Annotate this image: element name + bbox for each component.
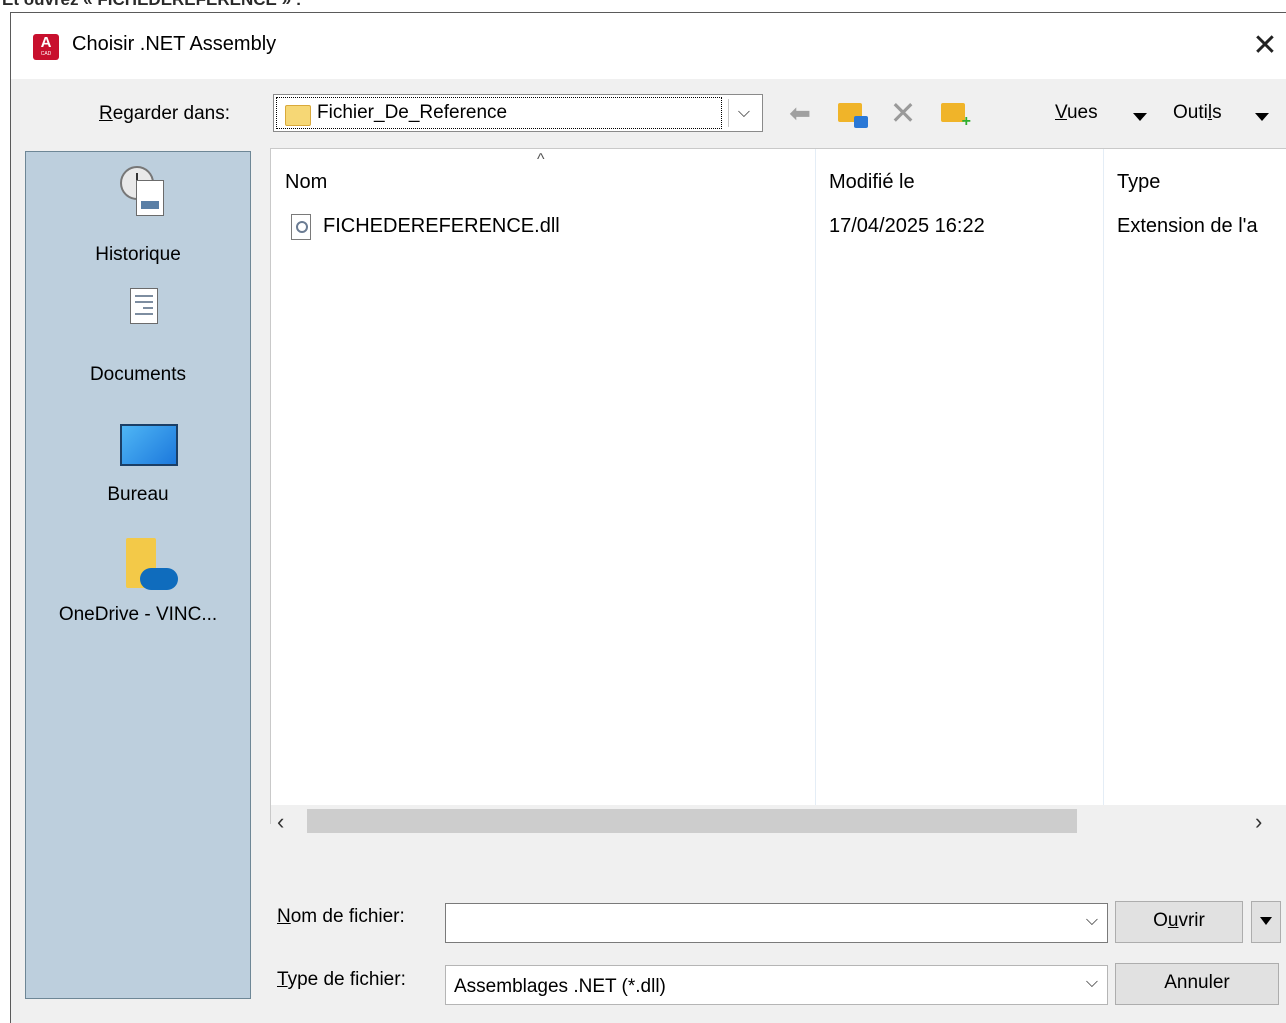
delete-x-icon: ✕ [889, 95, 917, 131]
open-file-dialog: A CAD Choisir .NET Assembly ✕ Regarder da… [10, 12, 1286, 1023]
place-documents[interactable]: Documents [26, 288, 250, 398]
desktop-icon [120, 424, 178, 466]
title-bar: A CAD Choisir .NET Assembly ✕ [11, 13, 1286, 79]
dialog-title: Choisir .NET Assembly [72, 33, 277, 55]
new-folder-icon: + [941, 103, 971, 130]
tools-menu[interactable]: Outils [1173, 102, 1222, 124]
file-row[interactable]: FICHEDEREFERENCE.dll 17/04/2025 16:22 Ex… [291, 211, 1281, 243]
look-in-focus-rect: Fichier_De_Reference [276, 97, 722, 129]
history-icon [120, 166, 164, 216]
file-name: FICHEDEREFERENCE.dll [323, 215, 560, 237]
place-desktop[interactable]: Bureau [26, 424, 250, 534]
column-header-name[interactable]: Nom [285, 171, 327, 194]
up-folder-button[interactable] [834, 97, 868, 129]
close-button[interactable]: ✕ [1243, 27, 1286, 67]
file-name-input-box[interactable]: ⌵ [445, 903, 1108, 943]
views-menu[interactable]: Vues [1055, 102, 1098, 124]
cancel-button[interactable]: Annuler [1115, 963, 1279, 1005]
file-type-select[interactable]: Assemblages .NET (*.dll) ⌵ [445, 965, 1108, 1005]
scroll-thumb[interactable] [307, 809, 1077, 833]
places-bar: Historique Documents Bureau OneDrive - V… [25, 151, 251, 999]
place-label: Documents [89, 364, 187, 385]
chevron-down-icon[interactable]: ⌵ [1081, 974, 1103, 992]
column-separator[interactable] [815, 149, 816, 817]
page-caption: Et ouvrez « FICHEDEREFERENCE » : [2, 0, 301, 10]
place-history[interactable]: Historique [26, 166, 250, 276]
new-folder-button[interactable]: + [937, 97, 971, 130]
back-button[interactable]: ⬅ [783, 97, 817, 129]
folder-up-icon [838, 103, 868, 128]
file-type: Extension de l'a [1117, 215, 1258, 237]
app-logo-icon: A CAD [33, 34, 59, 60]
dll-file-icon [291, 214, 311, 240]
arrow-left-icon: ⬅ [789, 98, 811, 128]
chevron-down-icon[interactable]: ⌵ [1081, 912, 1103, 930]
file-list: ^ Nom Modifié le Type FICHEDEREFERENCE.d… [270, 148, 1286, 824]
look-in-value: Fichier_De_Reference [317, 102, 508, 124]
open-button[interactable]: Ouvrir [1115, 901, 1243, 943]
place-label: Bureau [107, 484, 169, 505]
file-modified: 17/04/2025 16:22 [829, 215, 985, 237]
column-header-type[interactable]: Type [1117, 171, 1160, 194]
file-name-input[interactable] [450, 908, 1074, 940]
column-separator[interactable] [1103, 149, 1104, 817]
views-dropdown-arrow-icon[interactable] [1133, 113, 1147, 121]
look-in-label: Regarder dans: [99, 103, 230, 124]
column-header-modified[interactable]: Modifié le [829, 171, 915, 194]
folder-icon [285, 105, 311, 126]
delete-button[interactable]: ✕ [886, 97, 920, 129]
file-name-label: Nom de fichier: [277, 906, 405, 927]
chevron-down-icon[interactable]: ⌵ [728, 99, 759, 127]
scroll-left-icon[interactable]: ‹ [277, 809, 284, 835]
tools-dropdown-arrow-icon[interactable] [1255, 113, 1269, 121]
dropdown-arrow-icon [1260, 916, 1272, 925]
place-label: OneDrive - VINC... [58, 604, 218, 625]
open-options-button[interactable] [1251, 901, 1281, 943]
file-type-value: Assemblages .NET (*.dll) [454, 976, 666, 997]
look-in-dropdown[interactable]: Fichier_De_Reference ⌵ [273, 94, 763, 132]
horizontal-scrollbar[interactable]: ‹ › [271, 805, 1286, 839]
sort-ascending-icon: ^ [537, 151, 545, 168]
place-label: Historique [95, 244, 181, 265]
scroll-right-icon[interactable]: › [1255, 809, 1262, 835]
close-icon: ✕ [1252, 29, 1278, 62]
place-onedrive[interactable]: OneDrive - VINC... [26, 538, 250, 648]
file-type-label: Type de fichier: [277, 969, 406, 990]
